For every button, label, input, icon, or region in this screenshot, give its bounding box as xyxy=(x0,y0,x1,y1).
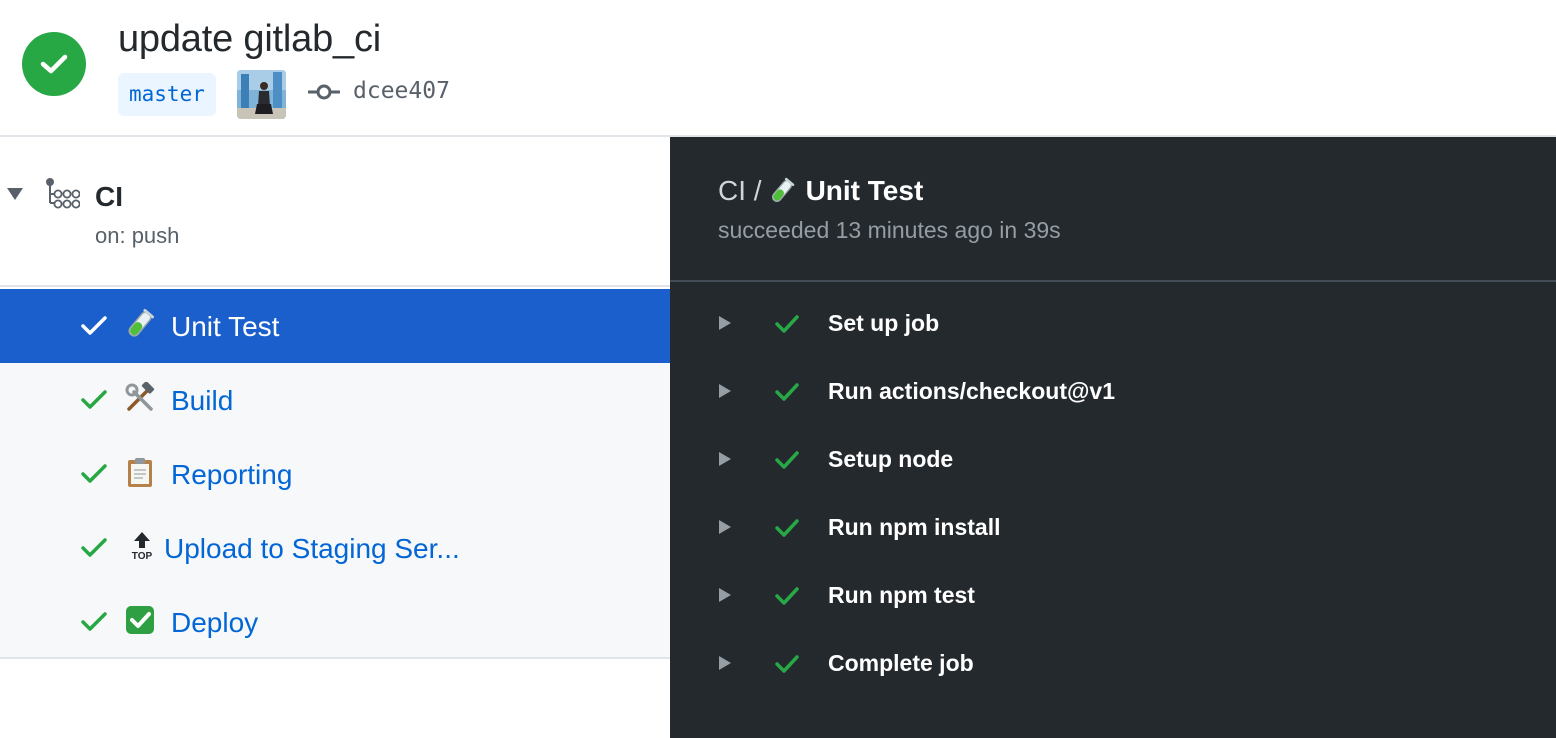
clipboard-icon xyxy=(124,456,156,488)
job-label: Build xyxy=(171,385,234,416)
git-commit-icon xyxy=(308,84,340,100)
check-icon xyxy=(81,390,107,409)
step-complete-job[interactable]: Complete job xyxy=(670,636,1556,692)
job-item-upload-to-staging[interactable]: TOP Upload to Staging Ser... xyxy=(0,511,670,585)
step-label: Run npm install xyxy=(828,514,1001,540)
check-icon xyxy=(775,587,799,605)
check-icon xyxy=(81,316,107,335)
step-label: Complete job xyxy=(828,650,974,676)
step-setup-node[interactable]: Setup node xyxy=(670,432,1556,488)
step-run-checkout[interactable]: Run actions/checkout@v1 xyxy=(670,364,1556,420)
step-label: Setup node xyxy=(828,446,954,472)
check-icon xyxy=(40,54,68,74)
check-icon xyxy=(775,315,799,333)
check-icon xyxy=(775,451,799,469)
check-icon xyxy=(775,519,799,537)
job-status-text: succeeded 13 minutes ago in 39s xyxy=(718,217,1061,243)
workflow-trigger: on: push xyxy=(95,223,180,248)
job-label: Unit Test xyxy=(171,311,280,342)
job-item-reporting[interactable]: Reporting xyxy=(0,437,670,511)
run-header: update gitlab_ci master dcee407 xyxy=(0,0,1556,137)
step-label: Run npm test xyxy=(828,582,975,608)
avatar-image xyxy=(237,70,286,119)
job-detail-title: CI / Unit Test xyxy=(718,175,923,207)
top-arrow-icon: TOP xyxy=(126,530,158,562)
step-label: Run actions/checkout@v1 xyxy=(828,378,1115,404)
job-log-panel: CI / Unit Test succeeded 13 minutes ago … xyxy=(670,137,1556,738)
step-label: Set up job xyxy=(828,310,940,336)
job-item-deploy[interactable]: Deploy xyxy=(0,585,670,659)
expand-caret-icon[interactable] xyxy=(719,316,731,330)
divider xyxy=(670,280,1556,282)
expand-caret-icon[interactable] xyxy=(719,452,731,466)
expand-caret-icon[interactable] xyxy=(719,384,731,398)
job-item-unit-test[interactable]: Unit Test xyxy=(0,289,670,363)
job-label: Deploy xyxy=(171,607,259,638)
workflow-icon xyxy=(46,178,80,209)
workflow-name[interactable]: CI xyxy=(95,181,123,213)
job-list: Unit Test Build Reporting TOP Upload to … xyxy=(0,289,670,659)
workflow-sidebar: CI on: push Unit Test Build Reporting TO… xyxy=(0,137,670,738)
check-icon xyxy=(775,655,799,673)
test-tube-icon xyxy=(124,308,156,340)
commit-sha[interactable]: dcee407 xyxy=(353,78,450,104)
workflow-crumb[interactable]: CI / xyxy=(718,175,762,207)
expand-caret-icon[interactable] xyxy=(719,520,731,534)
step-set-up-job[interactable]: Set up job xyxy=(670,296,1556,352)
job-label: Reporting xyxy=(171,459,293,490)
workflow-header: CI on: push xyxy=(0,137,670,287)
step-run-npm-install[interactable]: Run npm install xyxy=(670,500,1556,556)
step-run-npm-test[interactable]: Run npm test xyxy=(670,568,1556,624)
branch-tag[interactable]: master xyxy=(118,73,216,116)
check-icon xyxy=(81,612,107,631)
expand-caret-icon[interactable] xyxy=(719,588,731,602)
avatar[interactable] xyxy=(237,70,286,119)
check-icon xyxy=(775,383,799,401)
hammer-and-wrench-icon xyxy=(124,381,156,414)
job-name: Unit Test xyxy=(805,175,924,206)
check-mark-button-icon xyxy=(124,604,156,636)
run-status-success-icon xyxy=(22,32,86,96)
check-icon xyxy=(81,538,107,557)
collapse-caret-icon[interactable] xyxy=(7,188,23,200)
job-item-build[interactable]: Build xyxy=(0,363,670,437)
check-icon xyxy=(81,464,107,483)
sidebar-empty-area xyxy=(0,661,670,738)
expand-caret-icon[interactable] xyxy=(719,656,731,670)
job-label: Upload to Staging Ser... xyxy=(164,533,460,564)
commit-title: update gitlab_ci xyxy=(118,18,382,60)
test-tube-icon xyxy=(768,177,796,205)
svg-text:TOP: TOP xyxy=(132,551,153,562)
